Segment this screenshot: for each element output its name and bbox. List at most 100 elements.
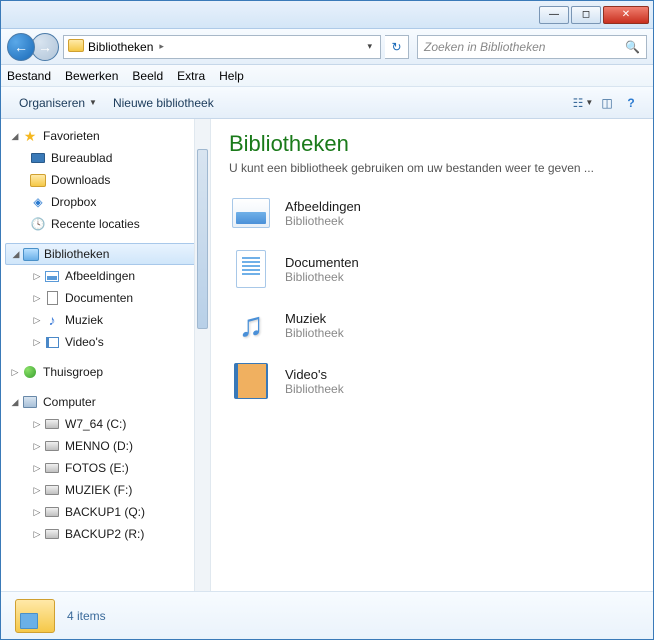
menu-edit[interactable]: Bewerken xyxy=(65,69,118,83)
library-sub: Bibliotheek xyxy=(285,214,361,228)
menu-help[interactable]: Help xyxy=(219,69,244,83)
favorites-group: ◢ ★ Favorieten Bureaublad Downloads ◈Dro… xyxy=(1,125,210,235)
pictures-icon xyxy=(229,193,273,233)
back-button[interactable]: ← xyxy=(7,33,35,61)
sidebar-item-videos[interactable]: ▷Video's xyxy=(1,331,210,353)
library-item-documents[interactable]: Documenten Bibliotheek xyxy=(229,249,635,289)
library-name: Documenten xyxy=(285,255,359,270)
sidebar-drive-d[interactable]: ▷MENNO (D:) xyxy=(1,435,210,457)
help-button[interactable]: ? xyxy=(619,92,643,114)
desktop-icon xyxy=(29,150,47,166)
view-mode-button[interactable]: ☷ ▼ xyxy=(571,92,595,114)
page-title: Bibliotheken xyxy=(229,131,635,157)
search-placeholder: Zoeken in Bibliotheken xyxy=(424,40,545,54)
nav-buttons: ← → xyxy=(7,33,59,61)
sidebar-item-documents[interactable]: ▷Documenten xyxy=(1,287,210,309)
folder-icon xyxy=(29,172,47,188)
chevron-down-icon: ▼ xyxy=(89,98,97,107)
scrollbar[interactable] xyxy=(194,119,210,591)
expand-icon[interactable]: ▷ xyxy=(31,441,43,452)
content-pane: Bibliotheken U kunt een bibliotheek gebr… xyxy=(211,119,653,591)
computer-icon xyxy=(21,394,39,410)
sidebar-item-desktop[interactable]: Bureaublad xyxy=(1,147,210,169)
sidebar-drive-f[interactable]: ▷MUZIEK (F:) xyxy=(1,479,210,501)
expand-icon[interactable]: ▷ xyxy=(31,271,43,282)
drive-icon xyxy=(43,504,61,520)
expand-icon[interactable]: ▷ xyxy=(31,463,43,474)
music-icon: ♫ xyxy=(229,305,273,345)
star-icon: ★ xyxy=(21,128,39,144)
sidebar-item-dropbox[interactable]: ◈Dropbox xyxy=(1,191,210,213)
close-button[interactable]: ✕ xyxy=(603,6,649,24)
new-library-button[interactable]: Nieuwe bibliotheek xyxy=(105,92,222,114)
library-sub: Bibliotheek xyxy=(285,326,344,340)
nav-bar: ← → Bibliotheken ▸ ▾ ↻ Zoeken in Bibliot… xyxy=(1,29,653,65)
expand-icon[interactable]: ▷ xyxy=(9,367,21,378)
drive-icon xyxy=(43,526,61,542)
sidebar-drive-r[interactable]: ▷BACKUP2 (R:) xyxy=(1,523,210,545)
explorer-window: — ◻ ✕ ← → Bibliotheken ▸ ▾ ↻ Zoeken in B… xyxy=(0,0,654,640)
folder-icon xyxy=(15,599,55,633)
library-item-videos[interactable]: Video's Bibliotheek xyxy=(229,361,635,401)
libraries-group: ◢ Bibliotheken ▷Afbeeldingen ▷Documenten… xyxy=(1,243,210,353)
address-dropdown[interactable]: ▾ xyxy=(363,41,376,52)
expand-icon[interactable]: ▷ xyxy=(31,419,43,430)
menu-file[interactable]: Bestand xyxy=(7,69,51,83)
expand-icon[interactable]: ▷ xyxy=(31,485,43,496)
search-input[interactable]: Zoeken in Bibliotheken 🔍 xyxy=(417,35,647,59)
address-segment[interactable]: Bibliotheken xyxy=(88,40,153,54)
sidebar-drive-q[interactable]: ▷BACKUP1 (Q:) xyxy=(1,501,210,523)
page-subtitle: U kunt een bibliotheek gebruiken om uw b… xyxy=(229,161,635,175)
refresh-button[interactable]: ↻ xyxy=(385,35,409,59)
library-name: Muziek xyxy=(285,311,344,326)
expand-icon[interactable]: ▷ xyxy=(31,337,43,348)
menu-extra[interactable]: Extra xyxy=(177,69,205,83)
collapse-icon[interactable]: ◢ xyxy=(9,131,21,142)
collapse-icon[interactable]: ◢ xyxy=(10,249,22,260)
expand-icon[interactable]: ▷ xyxy=(31,507,43,518)
sidebar-favorites[interactable]: ◢ ★ Favorieten xyxy=(1,125,210,147)
address-bar[interactable]: Bibliotheken ▸ ▾ xyxy=(63,35,381,59)
drive-icon xyxy=(43,482,61,498)
titlebar: — ◻ ✕ xyxy=(1,1,653,29)
status-label: 4 items xyxy=(67,609,106,623)
library-name: Video's xyxy=(285,367,344,382)
library-item-music[interactable]: ♫ Muziek Bibliotheek xyxy=(229,305,635,345)
pictures-icon xyxy=(43,268,61,284)
sidebar-item-music[interactable]: ▷♪Muziek xyxy=(1,309,210,331)
sidebar-libraries[interactable]: ◢ Bibliotheken xyxy=(5,243,206,265)
collapse-icon[interactable]: ◢ xyxy=(9,397,21,408)
music-icon: ♪ xyxy=(43,312,61,328)
sidebar-computer[interactable]: ◢ Computer xyxy=(1,391,210,413)
sidebar-homegroup[interactable]: ▷ Thuisgroep xyxy=(1,361,210,383)
forward-button[interactable]: → xyxy=(31,33,59,61)
expand-icon[interactable]: ▷ xyxy=(31,293,43,304)
menu-view[interactable]: Beeld xyxy=(132,69,163,83)
scrollbar-thumb[interactable] xyxy=(197,149,208,329)
preview-pane-button[interactable]: ◫ xyxy=(595,92,619,114)
computer-group: ◢ Computer ▷W7_64 (C:) ▷MENNO (D:) ▷FOTO… xyxy=(1,391,210,545)
documents-icon xyxy=(229,249,273,289)
sidebar-item-downloads[interactable]: Downloads xyxy=(1,169,210,191)
organize-button[interactable]: Organiseren ▼ xyxy=(11,92,105,114)
toolbar: Organiseren ▼ Nieuwe bibliotheek ☷ ▼ ◫ ? xyxy=(1,87,653,119)
sidebar-drive-c[interactable]: ▷W7_64 (C:) xyxy=(1,413,210,435)
libraries-icon xyxy=(22,246,40,262)
documents-icon xyxy=(43,290,61,306)
minimize-button[interactable]: — xyxy=(539,6,569,24)
sidebar-item-recent[interactable]: 🕓Recente locaties xyxy=(1,213,210,235)
drive-icon xyxy=(43,438,61,454)
library-item-pictures[interactable]: Afbeeldingen Bibliotheek xyxy=(229,193,635,233)
sidebar-drive-e[interactable]: ▷FOTOS (E:) xyxy=(1,457,210,479)
maximize-button[interactable]: ◻ xyxy=(571,6,601,24)
menu-bar: Bestand Bewerken Beeld Extra Help xyxy=(1,65,653,87)
homegroup-icon xyxy=(21,364,39,380)
chevron-right-icon[interactable]: ▸ xyxy=(159,41,164,52)
expand-icon[interactable]: ▷ xyxy=(31,315,43,326)
sidebar: ◢ ★ Favorieten Bureaublad Downloads ◈Dro… xyxy=(1,119,211,591)
expand-icon[interactable]: ▷ xyxy=(31,529,43,540)
main-split: ◢ ★ Favorieten Bureaublad Downloads ◈Dro… xyxy=(1,119,653,591)
drive-icon xyxy=(43,460,61,476)
recent-icon: 🕓 xyxy=(29,216,47,232)
sidebar-item-pictures[interactable]: ▷Afbeeldingen xyxy=(1,265,210,287)
